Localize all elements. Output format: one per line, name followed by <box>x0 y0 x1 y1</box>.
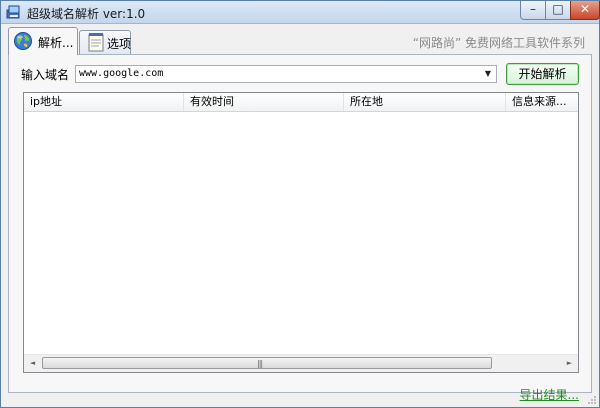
column-header-ip[interactable]: ip地址 <box>24 93 184 111</box>
resize-grip-icon[interactable] <box>587 395 597 405</box>
tab-options[interactable]: 选项 <box>79 30 131 54</box>
tab-parse-label: 解析... <box>38 36 74 50</box>
globe-icon <box>14 32 32 50</box>
notepad-icon <box>88 33 104 52</box>
close-button[interactable]: ✕ <box>570 1 600 20</box>
slogan-text: “网路尚” 免费网络工具软件系列 <box>412 36 585 50</box>
title-bar[interactable]: 超级域名解析 ver:1.0 – □ ✕ <box>1 1 600 24</box>
start-parse-button[interactable]: 开始解析 <box>506 63 579 85</box>
parse-panel: 输入域名 www.google.com ▼ 开始解析 ip地址 有效时间 所在地… <box>8 54 592 393</box>
window-title: 超级域名解析 ver:1.0 <box>27 7 146 21</box>
chevron-down-icon[interactable]: ▼ <box>480 66 496 82</box>
horizontal-scrollbar[interactable]: ◄ ||| ► <box>24 354 578 372</box>
scroll-right-icon[interactable]: ► <box>561 355 578 372</box>
domain-input-value[interactable]: www.google.com <box>79 68 163 79</box>
table-header: ip地址 有效时间 所在地 信息来源... <box>24 93 578 112</box>
grip-icon: ||| <box>257 359 263 368</box>
app-window: 超级域名解析 ver:1.0 – □ ✕ 解析... 选项 “网路尚” 免费网络… <box>0 0 600 408</box>
column-header-location[interactable]: 所在地 <box>344 93 506 111</box>
domain-label: 输入域名 <box>21 68 70 82</box>
maximize-button[interactable]: □ <box>545 1 571 20</box>
domain-combobox[interactable]: www.google.com ▼ <box>75 65 497 83</box>
scroll-thumb[interactable]: ||| <box>42 357 492 369</box>
tab-bar: 解析... 选项 “网路尚” 免费网络工具软件系列 <box>1 24 599 55</box>
tab-options-label: 选项 <box>107 37 132 51</box>
column-header-ttl[interactable]: 有效时间 <box>184 93 344 111</box>
app-icon <box>6 5 20 19</box>
minimize-button[interactable]: – <box>520 1 546 20</box>
tab-parse[interactable]: 解析... <box>8 27 78 55</box>
results-list[interactable]: ip地址 有效时间 所在地 信息来源... ◄ ||| ► <box>23 92 579 373</box>
column-header-source[interactable]: 信息来源... <box>506 93 578 111</box>
export-results-link[interactable]: 导出结果... <box>520 386 579 403</box>
scroll-left-icon[interactable]: ◄ <box>24 355 41 372</box>
